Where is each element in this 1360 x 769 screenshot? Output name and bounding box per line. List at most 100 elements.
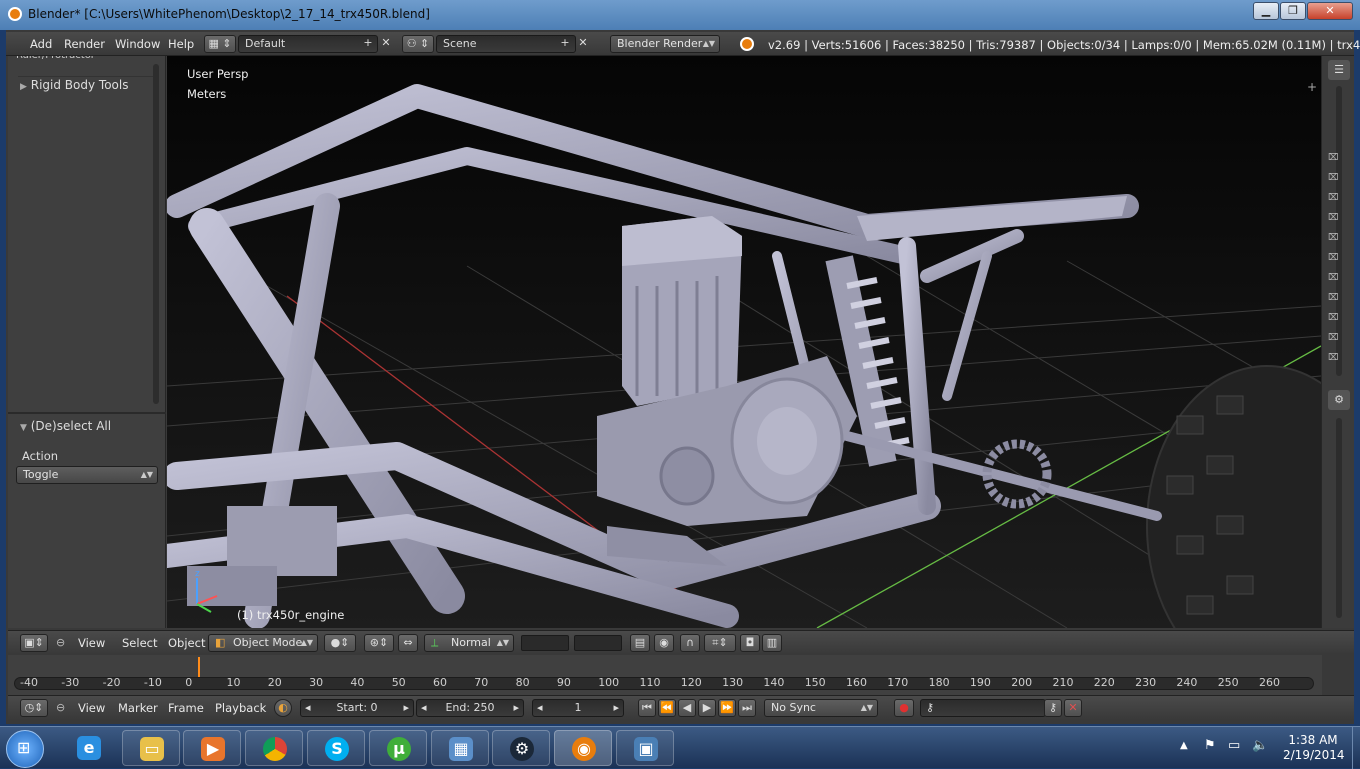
rigid-body-panel-header[interactable]: ▶ Rigid Body Tools <box>20 78 128 92</box>
outliner-visibility-icons[interactable]: ⌧ ⌧ ⌧ ⌧ ⌧ ⌧ ⌧ ⌧ ⌧ ⌧ ⌧ <box>1328 148 1340 363</box>
taskbar-app-ie[interactable]: e <box>60 730 118 766</box>
render-animation-button[interactable]: ▥ <box>762 634 782 652</box>
layers-lock-icon: ▤ <box>634 636 646 649</box>
properties-scrollbar[interactable] <box>1336 418 1342 618</box>
decrement-arrow-icon: ◂ <box>537 701 543 714</box>
taskbar-app-remote[interactable]: ▦ <box>431 730 489 766</box>
current-frame-marker[interactable] <box>198 657 200 677</box>
delete-keyframe-button[interactable]: ✕ <box>1064 699 1082 717</box>
header-collapse-icon[interactable]: ⊖ <box>56 701 65 714</box>
outliner-editor-icon[interactable]: ☰ <box>1328 60 1350 80</box>
timeline-scrollbar[interactable] <box>14 677 1314 690</box>
increment-arrow-icon: ▸ <box>513 701 519 714</box>
timeline-tick-label: -30 <box>61 676 80 689</box>
taskbar-app-image[interactable]: ▣ <box>616 730 674 766</box>
header-collapse-icon[interactable]: ⊖ <box>56 636 65 649</box>
menu-render[interactable]: Render <box>64 37 105 51</box>
preview-range-toggle[interactable]: ◐ <box>274 699 292 717</box>
screen-layout-selector[interactable]: ▦ ⇕ <box>204 35 236 53</box>
jump-start-button[interactable]: ⏮ <box>638 699 656 717</box>
snap-toggle[interactable]: ∩ <box>680 634 700 652</box>
taskbar-app-steam[interactable]: ⚙ <box>492 730 550 766</box>
menu-add[interactable]: Add <box>30 37 52 51</box>
3d-viewport[interactable]: z User Persp Meters (1) trx450r_engine + <box>167 56 1321 628</box>
scene-selector[interactable]: ⚇ ⇕ <box>402 35 434 53</box>
taskbar-app-explorer[interactable]: ▭ <box>122 730 180 766</box>
triangle-right-icon: ▶ <box>20 82 27 92</box>
mode-dropdown[interactable]: ◧ Object Mode ▲▼ <box>208 634 318 652</box>
key-icon: ⚷ <box>1048 701 1058 714</box>
timeline-tick-label: 160 <box>846 676 867 689</box>
show-desktop-button[interactable] <box>1352 727 1360 769</box>
timeline-editor-type-button[interactable]: ◷⇕ <box>20 699 48 717</box>
viewport-shading-dropdown[interactable]: ●⇕ <box>324 634 356 652</box>
maximize-button[interactable]: ❐ <box>1280 2 1306 20</box>
remote-desktop-icon: ▦ <box>449 737 473 761</box>
play-reverse-button[interactable]: ◀ <box>678 699 696 717</box>
snap-element-dropdown[interactable]: ⌗⇕ <box>704 634 736 652</box>
manipulator-icon: ⇔ <box>403 636 413 649</box>
menu-view[interactable]: View <box>78 636 105 650</box>
taskbar-app-utorrent[interactable]: µ <box>369 730 427 766</box>
end-frame-field[interactable]: ◂ End: 250 ▸ <box>416 699 524 717</box>
taskbar-app-skype[interactable]: S <box>307 730 365 766</box>
transform-orientation-dropdown[interactable]: ⟂ Normal ▲▼ <box>424 634 514 652</box>
delete-screen-button[interactable]: ✕ <box>378 35 394 53</box>
menu-timeline-view[interactable]: View <box>78 701 105 715</box>
menu-help[interactable]: Help <box>168 37 194 51</box>
mode-label: Object Mode <box>233 636 303 649</box>
editor-type-button[interactable]: ▣⇕ <box>20 634 48 652</box>
start-frame-field[interactable]: ◂ Start: 0 ▸ <box>300 699 414 717</box>
current-frame-field[interactable]: ◂ 1 ▸ <box>532 699 624 717</box>
menu-object[interactable]: Object <box>168 636 205 650</box>
pivot-point-dropdown[interactable]: ⊛⇕ <box>364 634 394 652</box>
menu-window[interactable]: Window <box>115 37 160 51</box>
properties-editor-icon[interactable]: ⚙ <box>1328 390 1350 410</box>
manipulator-toggle[interactable]: ⇔ <box>398 634 418 652</box>
next-keyframe-button[interactable]: ⏩ <box>718 699 736 717</box>
minimize-button[interactable]: ▁ <box>1253 2 1279 20</box>
object-mode-icon: ◧ <box>215 636 226 649</box>
add-screen-button[interactable]: + <box>360 35 376 53</box>
screen-layout-field[interactable]: Default <box>238 35 378 53</box>
sync-dropdown[interactable]: No Sync ▲▼ <box>764 699 878 717</box>
auto-keying-button[interactable]: ● <box>894 699 914 717</box>
jump-end-button[interactable]: ⏭ <box>738 699 756 717</box>
prev-keyframe-button[interactable]: ⏪ <box>658 699 676 717</box>
close-button[interactable]: ✕ <box>1307 2 1353 20</box>
play-button[interactable]: ▶ <box>698 699 716 717</box>
tool-shelf-scrollbar[interactable] <box>153 64 159 404</box>
proportional-edit-button[interactable]: ◉ <box>654 634 674 652</box>
layer-buttons-2[interactable] <box>574 635 622 651</box>
lock-camera-button[interactable]: ▤ <box>630 634 650 652</box>
taskbar-app-chrome[interactable] <box>245 730 303 766</box>
network-icon[interactable]: ▭ <box>1228 738 1240 753</box>
menu-marker[interactable]: Marker <box>118 701 158 715</box>
taskbar-app-blender[interactable]: ◉ <box>554 730 612 766</box>
keying-set-field[interactable]: ⚷ <box>920 699 1046 717</box>
scene-field[interactable]: Scene <box>436 35 576 53</box>
show-hidden-icons[interactable]: ▲ <box>1180 740 1188 751</box>
insert-keyframe-button[interactable]: ⚷ <box>1044 699 1062 717</box>
menu-playback[interactable]: Playback <box>215 701 266 715</box>
menu-frame[interactable]: Frame <box>168 701 204 715</box>
proportional-icon: ◉ <box>659 636 669 649</box>
action-dropdown[interactable]: Toggle ▲▼ <box>16 466 158 484</box>
window-titlebar[interactable]: Blender* [C:\Users\WhitePhenom\Desktop\2… <box>0 0 1360 30</box>
operator-panel-header[interactable]: ▼ (De)select All <box>20 419 111 433</box>
action-center-icon[interactable]: ⚑ <box>1204 738 1216 753</box>
volume-icon[interactable]: 🔈 <box>1252 738 1268 753</box>
properties-region-toggle-icon[interactable]: + <box>1307 80 1317 94</box>
system-clock[interactable]: 1:38 AM 2/19/2014 <box>1283 733 1345 763</box>
taskbar-app-media[interactable]: ▶ <box>183 730 241 766</box>
timeline-area[interactable]: -40 -30 -20 -10 0 10 20 30 40 50 60 70 80 90 100 110 120… <box>8 655 1322 695</box>
menu-select[interactable]: Select <box>122 636 157 650</box>
operator-title: (De)select All <box>30 419 112 433</box>
render-image-button[interactable]: ◘ <box>740 634 760 652</box>
render-engine-dropdown[interactable]: Blender Render ▲▼ <box>610 35 720 53</box>
layer-buttons-1[interactable] <box>521 635 569 651</box>
viewport-scene: z <box>167 56 1321 628</box>
delete-scene-button[interactable]: ✕ <box>575 35 591 53</box>
start-button[interactable]: ⊞ <box>6 730 44 768</box>
add-scene-button[interactable]: + <box>557 35 573 53</box>
